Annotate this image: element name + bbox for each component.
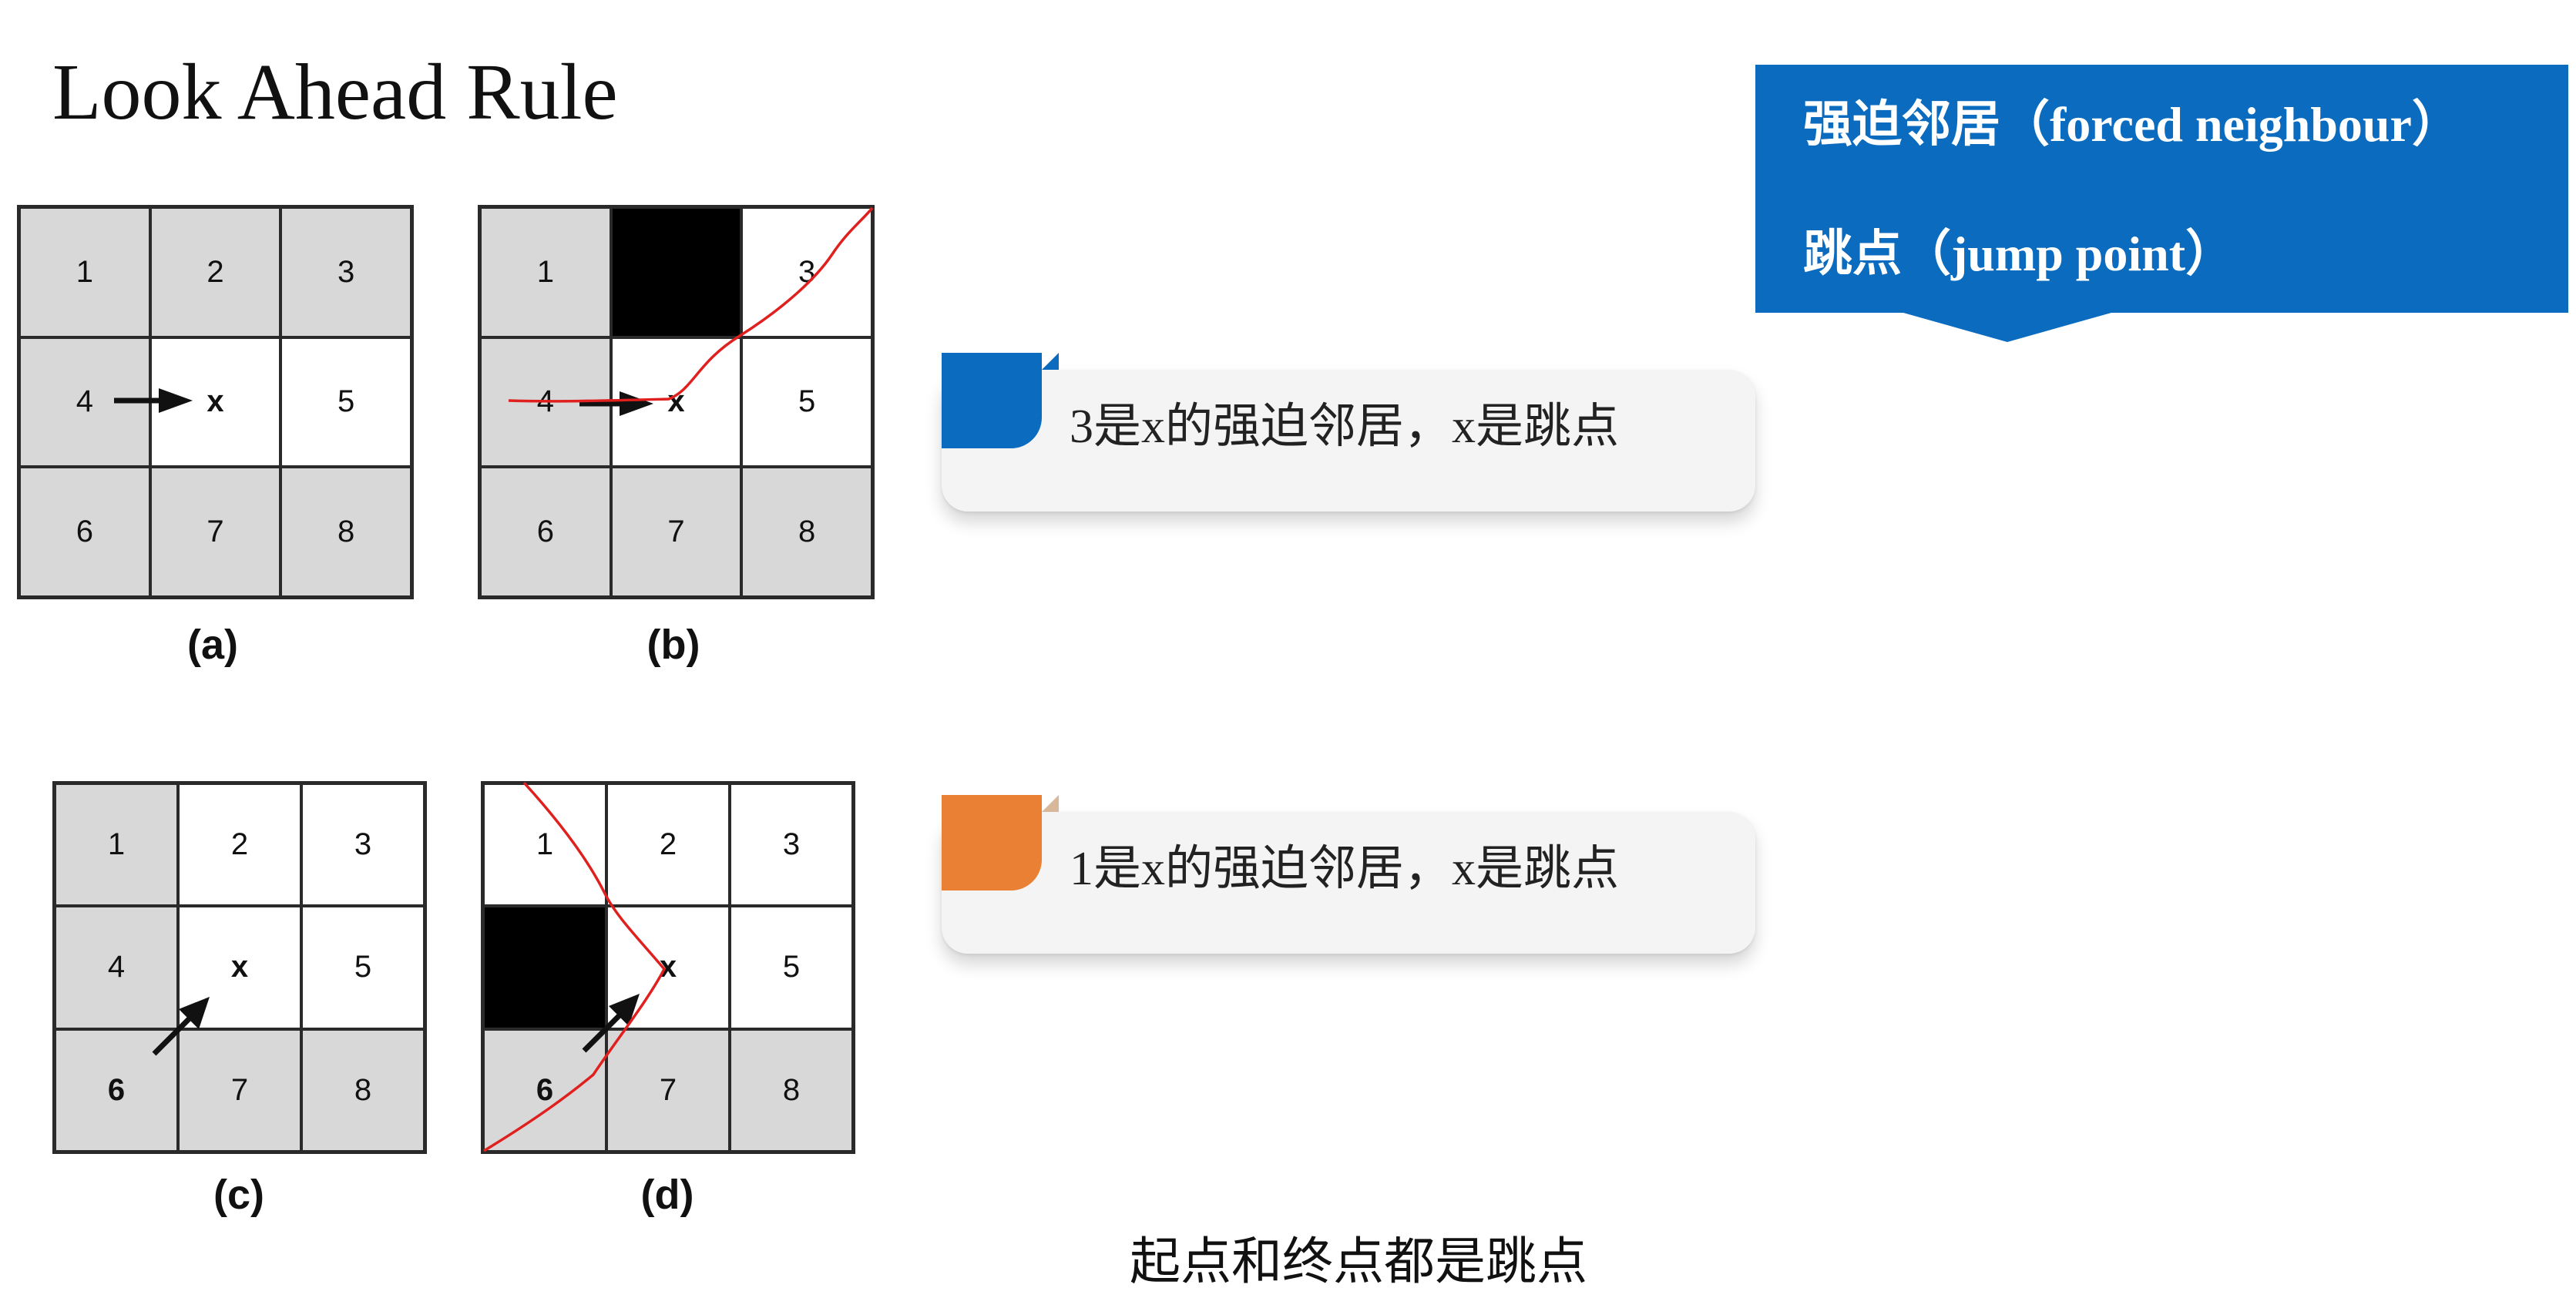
grid-cell: 1 bbox=[483, 783, 606, 907]
grid-cell: 1 bbox=[55, 783, 178, 907]
definition-box-pointer bbox=[1903, 313, 2111, 342]
grid-cell: 3 bbox=[280, 207, 411, 337]
grid-d: 1 2 3 x 5 6 7 8 bbox=[481, 781, 855, 1154]
grid-cell: 5 bbox=[301, 906, 425, 1029]
grid-a: 1 2 3 4 x 5 6 7 8 bbox=[17, 205, 414, 599]
grid-cell-current: x bbox=[606, 906, 730, 1029]
definition-forced-neighbour: 强迫邻居（forced neighbour） bbox=[1803, 97, 2461, 152]
grid-cell: 1 bbox=[480, 207, 611, 337]
grid-cell-current: x bbox=[610, 337, 742, 468]
grid-cell: 1 bbox=[19, 207, 150, 337]
grid-cell: 8 bbox=[301, 1028, 425, 1152]
grid-cell: 7 bbox=[610, 467, 742, 597]
grid-cell: 3 bbox=[301, 783, 425, 907]
callout-tag-fold bbox=[1042, 353, 1059, 370]
grid-cell: 2 bbox=[606, 783, 730, 907]
caption-b: (b) bbox=[647, 622, 700, 668]
grid-cell: 6 bbox=[480, 467, 611, 597]
grid-cell-current: x bbox=[178, 906, 301, 1029]
callout-tag-orange bbox=[942, 795, 1042, 890]
grid-cell: 3 bbox=[730, 783, 853, 907]
grid-cell: 6 bbox=[483, 1028, 606, 1152]
grid-cell: 8 bbox=[730, 1028, 853, 1152]
callout-text: 1是x的强迫邻居，x是跳点 bbox=[1070, 843, 1620, 895]
grid-cell: 7 bbox=[149, 467, 281, 597]
grid-cell-current: x bbox=[149, 337, 281, 468]
caption-d: (d) bbox=[640, 1172, 694, 1218]
grid-cell: 8 bbox=[280, 467, 411, 597]
obstacle-cell bbox=[483, 906, 606, 1029]
grid-cell: 4 bbox=[19, 337, 150, 468]
definition-box: 强迫邻居（forced neighbour） 跳点（jump point） bbox=[1755, 65, 2568, 313]
grid-b: 1 3 4 x 5 6 7 8 bbox=[478, 205, 875, 599]
grid-cell: 8 bbox=[741, 467, 872, 597]
definition-jump-point: 跳点（jump point） bbox=[1803, 226, 2235, 281]
grid-cell: 6 bbox=[55, 1028, 178, 1152]
caption-a: (a) bbox=[187, 622, 238, 668]
callout-text: 3是x的强迫邻居，x是跳点 bbox=[1070, 401, 1620, 453]
grid-c: 1 2 3 4 x 5 6 7 8 bbox=[52, 781, 427, 1154]
grid-cell: 4 bbox=[480, 337, 611, 468]
grid-cell: 5 bbox=[741, 337, 872, 468]
grid-cell: 4 bbox=[55, 906, 178, 1029]
slide-title: Look Ahead Rule bbox=[52, 48, 618, 136]
caption-c: (c) bbox=[213, 1172, 264, 1218]
grid-cell: 2 bbox=[149, 207, 281, 337]
grid-cell: 3 bbox=[741, 207, 872, 337]
grid-cell: 5 bbox=[730, 906, 853, 1029]
callout-tag-blue bbox=[942, 353, 1042, 448]
grid-cell: 2 bbox=[178, 783, 301, 907]
grid-cell: 7 bbox=[606, 1028, 730, 1152]
callout-tag-fold bbox=[1042, 795, 1059, 812]
grid-cell: 5 bbox=[280, 337, 411, 468]
footer-note: 起点和终点都是跳点 bbox=[1130, 1232, 1587, 1291]
grid-cell: 6 bbox=[19, 467, 150, 597]
grid-cell: 7 bbox=[178, 1028, 301, 1152]
obstacle-cell bbox=[610, 207, 742, 337]
